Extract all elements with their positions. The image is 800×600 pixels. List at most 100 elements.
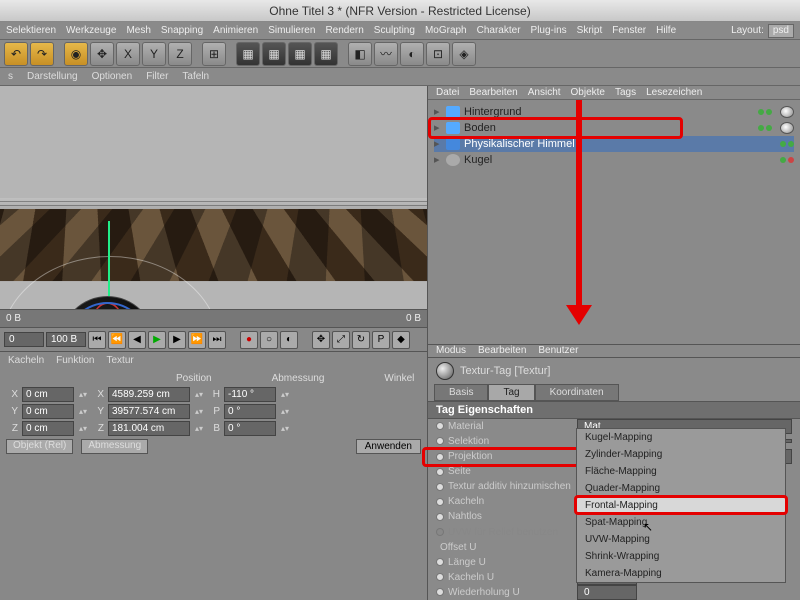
menu-item[interactable]: Sculpting — [374, 25, 415, 36]
nurbs-button[interactable]: ◐ — [400, 42, 424, 66]
menu-item[interactable]: Hilfe — [656, 25, 676, 36]
obj-menu-item[interactable]: Tags — [615, 87, 636, 98]
menu-item[interactable]: Snapping — [161, 25, 203, 36]
frame-end-field[interactable] — [46, 332, 86, 347]
pos-x-field[interactable] — [22, 387, 74, 402]
cube-primitive-button[interactable]: ◧ — [348, 42, 372, 66]
render-button[interactable]: ▦ — [236, 42, 260, 66]
viewport[interactable] — [0, 86, 427, 309]
subtab[interactable]: Optionen — [92, 71, 133, 82]
subtab[interactable]: s — [8, 71, 13, 82]
tab-textur[interactable]: Textur — [107, 355, 134, 366]
coord-sys-button[interactable]: ⊞ — [202, 42, 226, 66]
menu-item[interactable]: Skript — [577, 25, 603, 36]
tab-kacheln[interactable]: Kacheln — [8, 355, 44, 366]
pos-key-button[interactable]: ✥ — [312, 331, 330, 349]
subtab[interactable]: Tafeln — [182, 71, 209, 82]
menu-item[interactable]: Simulieren — [268, 25, 315, 36]
size-y-field[interactable] — [108, 404, 190, 419]
tree-item-hintergrund[interactable]: ▸ Hintergrund — [434, 104, 794, 120]
layout-select[interactable]: psd — [768, 24, 794, 38]
keyframe-sel-button[interactable]: ◐ — [280, 331, 298, 349]
menu-item[interactable]: Fenster — [612, 25, 646, 36]
ang-p-field[interactable] — [224, 404, 276, 419]
tab-basis[interactable]: Basis — [434, 384, 488, 401]
redo-button[interactable]: ↷ — [30, 42, 54, 66]
dd-option[interactable]: Kamera-Mapping — [577, 565, 785, 582]
attr-menu-item[interactable]: Benutzer — [538, 345, 578, 356]
goto-end-button[interactable]: ⏭ — [208, 331, 226, 349]
dd-option[interactable]: Shrink-Wrapping — [577, 548, 785, 565]
dd-option[interactable]: Fläche-Mapping — [577, 463, 785, 480]
tree-item-kugel[interactable]: ▸ Kugel — [434, 152, 794, 168]
coord-mode-select[interactable]: Objekt (Rel) — [6, 439, 73, 454]
render-settings-button[interactable]: ▦ — [288, 42, 312, 66]
prev-frame-button[interactable]: ◀ — [128, 331, 146, 349]
apply-button[interactable]: Anwenden — [356, 439, 421, 454]
dd-option[interactable]: Quader-Mapping — [577, 480, 785, 497]
frame-start-field[interactable] — [4, 332, 44, 347]
attr-menu-item[interactable]: Modus — [436, 345, 466, 356]
obj-menu-item[interactable]: Ansicht — [528, 87, 561, 98]
size-z-field[interactable] — [108, 421, 190, 436]
goto-start-button[interactable]: ⏮ — [88, 331, 106, 349]
autokey-button[interactable]: ○ — [260, 331, 278, 349]
record-button[interactable]: ● — [240, 331, 258, 349]
ang-b-field[interactable] — [224, 421, 276, 436]
material-swatch-icon[interactable] — [780, 122, 794, 134]
picture-viewer-button[interactable]: ▦ — [314, 42, 338, 66]
dd-option[interactable]: Zylinder-Mapping — [577, 446, 785, 463]
play-forward-button[interactable]: ▶ — [148, 331, 166, 349]
ang-h-field[interactable] — [224, 387, 276, 402]
deformer-button[interactable]: ◈ — [452, 42, 476, 66]
menu-item[interactable]: Werkzeuge — [66, 25, 116, 36]
tab-tag[interactable]: Tag — [488, 384, 534, 401]
menu-item[interactable]: MoGraph — [425, 25, 467, 36]
render-region-button[interactable]: ▦ — [262, 42, 286, 66]
projection-dropdown[interactable]: Kugel-Mapping Zylinder-Mapping Fläche-Ma… — [576, 428, 786, 583]
subtab[interactable]: Filter — [146, 71, 168, 82]
prev-key-button[interactable]: ⏪ — [108, 331, 126, 349]
menu-item[interactable]: Plug-ins — [531, 25, 567, 36]
obj-menu-item[interactable]: Bearbeiten — [469, 87, 517, 98]
tab-koordinaten[interactable]: Koordinaten — [535, 384, 619, 401]
menu-item[interactable]: Mesh — [126, 25, 150, 36]
dd-option-selected[interactable]: Frontal-Mapping — [577, 497, 785, 514]
axis-z-button[interactable]: Z — [168, 42, 192, 66]
scale-key-button[interactable]: ⤢ — [332, 331, 350, 349]
wiederholung-u-field[interactable]: 0 — [577, 585, 637, 600]
undo-button[interactable]: ↶ — [4, 42, 28, 66]
obj-menu-item[interactable]: Objekte — [571, 87, 605, 98]
menu-item[interactable]: Rendern — [325, 25, 363, 36]
object-tree[interactable]: ▸ Hintergrund ▸ Boden ▸ Physikalischer H… — [428, 100, 800, 345]
array-button[interactable]: ⊡ — [426, 42, 450, 66]
axis-y-handle[interactable] — [108, 221, 110, 306]
pos-z-field[interactable] — [22, 421, 74, 436]
axis-y-button[interactable]: Y — [142, 42, 166, 66]
dd-option[interactable]: Kugel-Mapping — [577, 429, 785, 446]
dd-option[interactable]: UVW-Mapping — [577, 531, 785, 548]
size-mode-select[interactable]: Abmessung — [81, 439, 148, 454]
dd-option[interactable]: Spat-Mapping — [577, 514, 785, 531]
spline-button[interactable]: 〰 — [374, 42, 398, 66]
pos-y-field[interactable] — [22, 404, 74, 419]
axis-x-button[interactable]: X — [116, 42, 140, 66]
param-key-button[interactable]: P — [372, 331, 390, 349]
tree-item-boden[interactable]: ▸ Boden — [434, 120, 794, 136]
tree-item-himmel[interactable]: ▸ Physikalischer Himmel — [434, 136, 794, 152]
size-x-field[interactable] — [108, 387, 190, 402]
subtab[interactable]: Darstellung — [27, 71, 78, 82]
menu-item[interactable]: Charakter — [477, 25, 521, 36]
material-swatch-icon[interactable] — [780, 106, 794, 118]
rot-key-button[interactable]: ↻ — [352, 331, 370, 349]
move-button[interactable]: ✥ — [90, 42, 114, 66]
live-select-button[interactable]: ◉ — [64, 42, 88, 66]
obj-menu-item[interactable]: Lesezeichen — [646, 87, 702, 98]
tab-funktion[interactable]: Funktion — [56, 355, 94, 366]
pla-key-button[interactable]: ◆ — [392, 331, 410, 349]
next-key-button[interactable]: ⏩ — [188, 331, 206, 349]
menu-item[interactable]: Selektieren — [6, 25, 56, 36]
attr-menu-item[interactable]: Bearbeiten — [478, 345, 526, 356]
menu-item[interactable]: Animieren — [213, 25, 258, 36]
next-frame-button[interactable]: ▶ — [168, 331, 186, 349]
